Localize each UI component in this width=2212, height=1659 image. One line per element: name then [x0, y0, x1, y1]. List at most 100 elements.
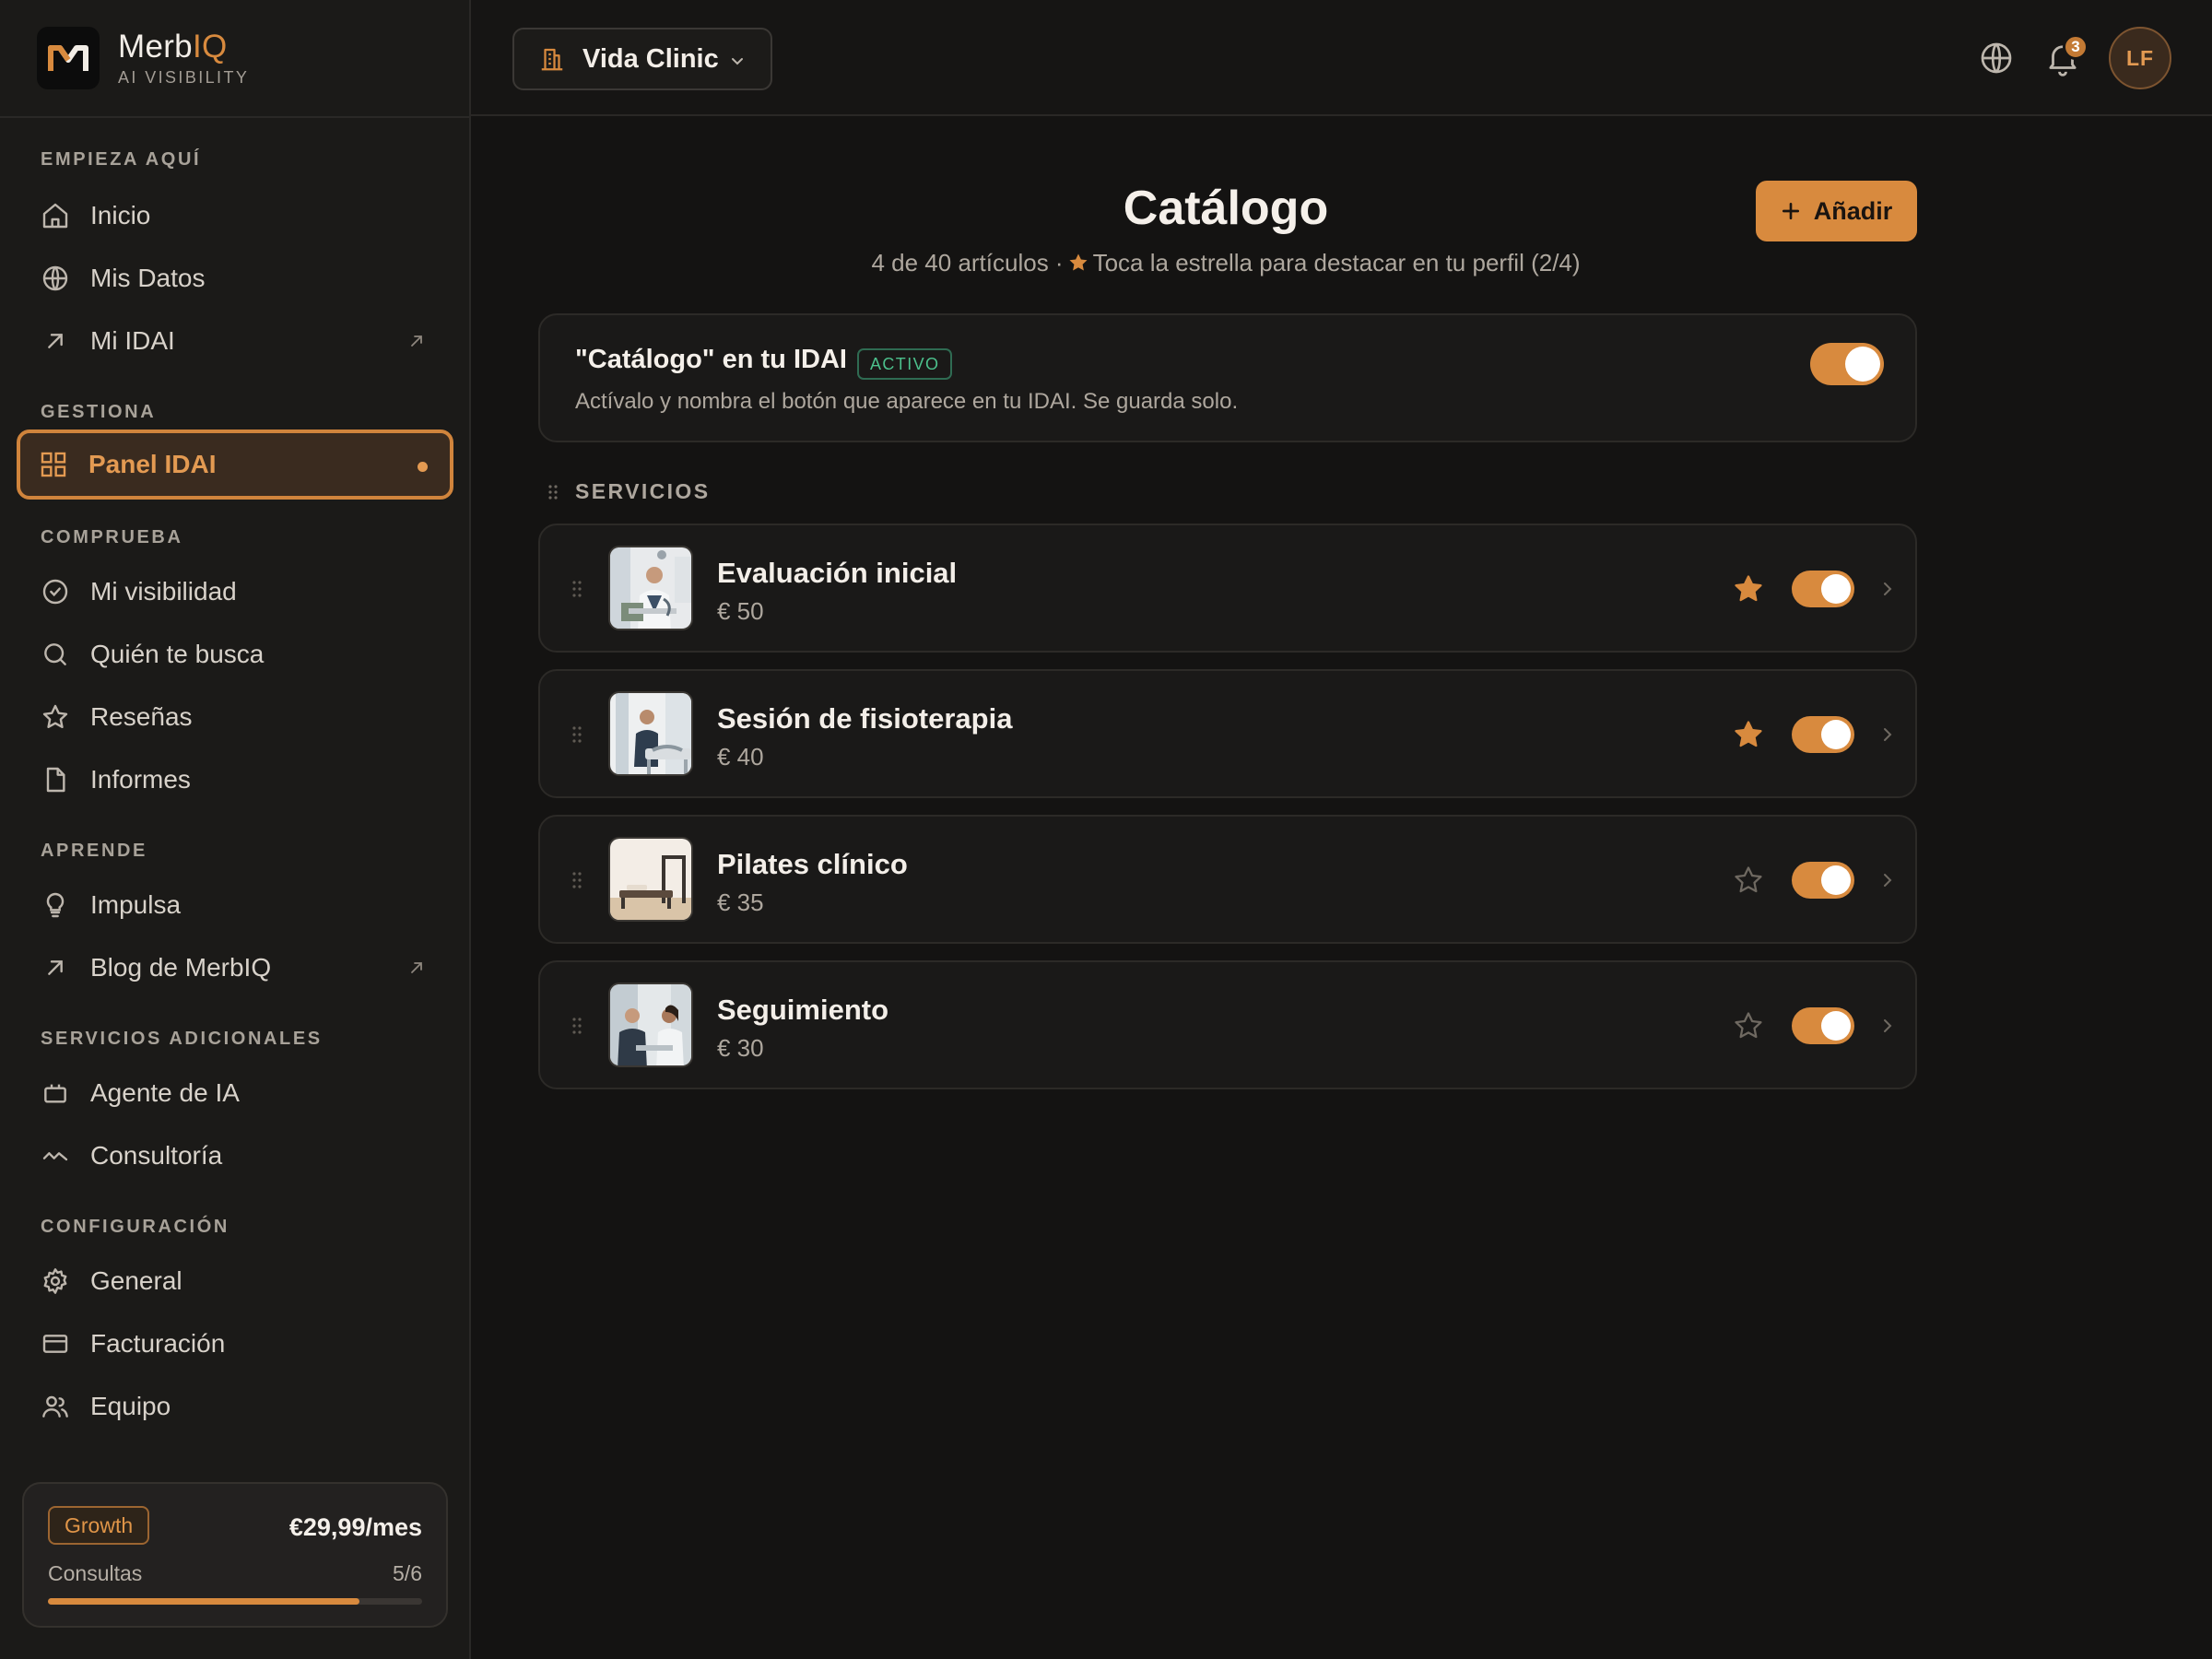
plan-usage-bar: [48, 1598, 422, 1605]
settings-description: Actívalo y nombra el botón que aparece e…: [575, 389, 1239, 414]
item-price: € 35: [717, 888, 764, 916]
sidebar-item-inicio[interactable]: Inicio: [18, 184, 452, 247]
plus-icon: [1781, 201, 1801, 221]
sidebar-item-blog[interactable]: Blog de MerbIQ: [18, 936, 452, 999]
item-count: 4 de 40 artículos ·: [871, 249, 1064, 276]
item-thumbnail: [608, 546, 693, 630]
sidebar-item-panel-idai[interactable]: Panel IDAI: [17, 429, 453, 500]
feature-hint: Toca la estrella para destacar en tu per…: [1092, 249, 1581, 276]
chevron-right-icon[interactable]: [1878, 724, 1897, 745]
language-globe-icon[interactable]: [1978, 40, 2015, 76]
sidebar-item-resenas[interactable]: Reseñas: [18, 686, 452, 748]
sidebar-item-mi-visibilidad[interactable]: Mi visibilidad: [18, 560, 452, 623]
active-indicator-dot: [418, 462, 428, 472]
activity-icon: [41, 1141, 70, 1171]
item-price: € 40: [717, 743, 764, 771]
sidebar-item-impulsa[interactable]: Impulsa: [18, 874, 452, 936]
catalog-item[interactable]: Seguimiento € 30: [538, 960, 1917, 1089]
drag-handle-icon[interactable]: [571, 1017, 582, 1035]
plan-card[interactable]: Growth €29,99/mes Consultas 5/6: [22, 1482, 448, 1628]
item-enabled-toggle[interactable]: [1792, 862, 1854, 899]
globe-icon: [41, 264, 70, 293]
feature-star-icon[interactable]: [1733, 719, 1764, 750]
sidebar-item-label: Blog de MerbIQ: [90, 953, 272, 982]
item-name: Pilates clínico: [717, 848, 908, 880]
sidebar-item-agente[interactable]: Agente de IA: [18, 1062, 452, 1124]
chevron-right-icon[interactable]: [1878, 870, 1897, 890]
sidebar-item-label: Impulsa: [90, 890, 182, 919]
section-check: COMPRUEBA: [41, 527, 183, 547]
external-link-icon: [407, 959, 426, 977]
star-icon: [1067, 252, 1089, 274]
organization-selector[interactable]: Vida Clinic: [512, 28, 772, 90]
item-price: € 50: [717, 597, 764, 625]
item-enabled-toggle[interactable]: [1792, 571, 1854, 607]
sidebar-item-informes[interactable]: Informes: [18, 748, 452, 811]
drag-handle-icon[interactable]: [571, 871, 582, 889]
plan-price: €29,99/mes: [288, 1513, 422, 1541]
sidebar-item-equipo[interactable]: Equipo: [18, 1375, 452, 1438]
avatar[interactable]: LF: [2109, 27, 2171, 89]
sidebar-item-label: Mi IDAI: [90, 326, 175, 355]
sidebar-item-general[interactable]: General: [18, 1250, 452, 1312]
credit-card-icon: [41, 1329, 70, 1359]
drag-handle-icon[interactable]: [571, 580, 582, 598]
sidebar-item-label: Facturación: [90, 1329, 226, 1358]
sidebar-item-label: Mis Datos: [90, 264, 206, 292]
chevron-right-icon[interactable]: [1878, 579, 1897, 599]
section-header-servicios[interactable]: SERVICIOS: [547, 479, 710, 504]
catalog-item[interactable]: Evaluación inicial € 50: [538, 524, 1917, 653]
add-button[interactable]: Añadir: [1756, 181, 1917, 241]
plan-usage-count: 5/6: [393, 1561, 422, 1585]
organization-name: Vida Clinic: [582, 43, 719, 74]
feature-star-icon[interactable]: [1733, 865, 1764, 896]
sidebar-item-mis-datos[interactable]: Mis Datos: [18, 247, 452, 310]
chevron-right-icon[interactable]: [1878, 1016, 1897, 1036]
item-price: € 30: [717, 1034, 764, 1062]
feature-star-icon[interactable]: [1733, 573, 1764, 605]
sidebar-item-label: Inicio: [90, 201, 151, 229]
merbiq-logo-icon: [37, 27, 100, 89]
external-link-icon: [407, 332, 426, 350]
section-learn: APRENDE: [41, 841, 147, 861]
catalog-item[interactable]: Pilates clínico € 35: [538, 815, 1917, 944]
brand-name: MerbIQ: [118, 28, 228, 65]
sidebar: MerbIQ AI VISIBILITY EMPIEZA AQUÍ Inicio…: [0, 0, 471, 1659]
brand[interactable]: MerbIQ AI VISIBILITY: [37, 27, 249, 89]
sidebar-item-label: Panel IDAI: [88, 450, 217, 478]
arrow-up-right-icon: [41, 326, 70, 356]
settings-title: "Catálogo" en tu IDAI: [575, 345, 847, 374]
sidebar-item-facturacion[interactable]: Facturación: [18, 1312, 452, 1375]
catalog-item[interactable]: Sesión de fisioterapia € 40: [538, 669, 1917, 798]
item-thumbnail: [608, 982, 693, 1067]
page-subtitle: 4 de 40 artículos · Toca la estrella para…: [719, 249, 1733, 277]
sidebar-item-mi-idai[interactable]: Mi IDAI: [18, 310, 452, 372]
catalog-enabled-toggle[interactable]: [1810, 343, 1884, 385]
section-label: SERVICIOS: [575, 479, 711, 503]
notification-count-badge: 3: [2063, 34, 2088, 60]
plan-usage-bar-fill: [48, 1598, 360, 1605]
bot-icon: [41, 1078, 70, 1108]
chevron-down-icon: [728, 52, 747, 70]
search-icon: [41, 640, 70, 669]
item-name: Evaluación inicial: [717, 557, 958, 589]
sidebar-item-quien-te-busca[interactable]: Quién te busca: [18, 623, 452, 686]
sidebar-item-label: Informes: [90, 765, 191, 794]
section-manage: GESTIONA: [41, 402, 157, 422]
sidebar-divider: [0, 116, 471, 118]
sidebar-item-consultoria[interactable]: Consultoría: [18, 1124, 452, 1187]
item-name: Sesión de fisioterapia: [717, 702, 1013, 735]
item-thumbnail: [608, 691, 693, 776]
drag-handle-icon[interactable]: [571, 725, 582, 744]
toggle-knob: [1821, 1011, 1851, 1041]
toggle-knob: [1821, 574, 1851, 604]
sidebar-item-label: Consultoría: [90, 1141, 223, 1170]
section-start: EMPIEZA AQUÍ: [41, 149, 202, 170]
item-enabled-toggle[interactable]: [1792, 1007, 1854, 1044]
sidebar-item-label: General: [90, 1266, 182, 1295]
item-enabled-toggle[interactable]: [1792, 716, 1854, 753]
star-icon: [41, 702, 70, 732]
drag-handle-icon: [547, 484, 559, 500]
feature-star-icon[interactable]: [1733, 1010, 1764, 1041]
home-icon: [41, 201, 70, 230]
